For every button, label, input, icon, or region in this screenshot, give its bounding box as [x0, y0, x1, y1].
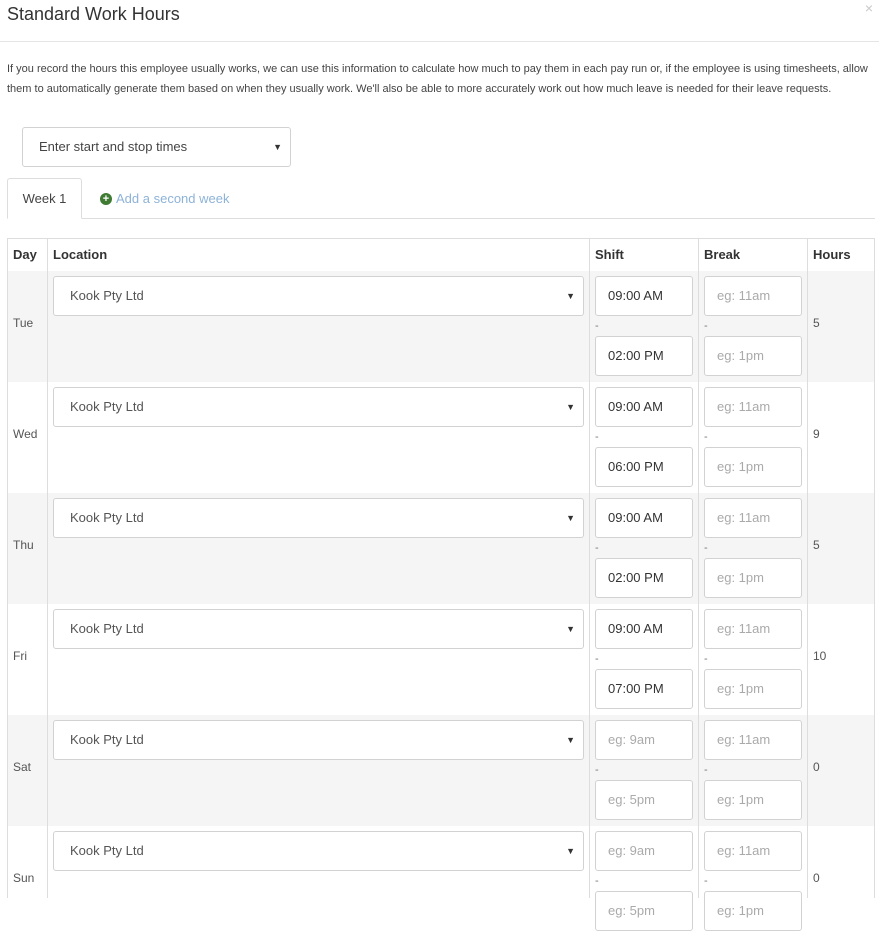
table-row: Tue Kook Pty Ltd ▼ 09:00 AM -02:00 PM eg: 11a…: [8, 271, 874, 382]
shift-end-input[interactable]: 07:00 PM: [595, 669, 693, 709]
entry-mode-value: Enter start and stop times: [39, 139, 188, 154]
hours-value: 0: [813, 871, 820, 885]
table-row: Sun Kook Pty Ltd ▼ eg: 9am - eg: 5pm eg: 11am -…: [8, 826, 874, 937]
break-separator: -: [704, 653, 708, 665]
location-value: Kook Pty Ltd: [70, 843, 144, 858]
add-second-week-link[interactable]: + Add a second week: [100, 178, 229, 219]
header-break: Break: [704, 247, 741, 262]
column-divider: [589, 239, 590, 898]
day-label: Tue: [13, 316, 34, 330]
shift-start-input[interactable]: eg: 9am: [595, 831, 693, 871]
break-end-input[interactable]: eg: 1pm: [704, 780, 802, 820]
break-end-input[interactable]: eg: 1pm: [704, 669, 802, 709]
break-start-input[interactable]: eg: 11am: [704, 498, 802, 538]
header-day: Day: [13, 247, 37, 262]
shift-separator: -: [595, 764, 599, 776]
chevron-down-icon: ▼: [566, 735, 575, 745]
shift-separator: -: [595, 653, 599, 665]
close-icon[interactable]: ×: [865, 0, 873, 16]
location-value: Kook Pty Ltd: [70, 732, 144, 747]
break-separator: -: [704, 431, 708, 443]
location-value: Kook Pty Ltd: [70, 399, 144, 414]
location-value: Kook Pty Ltd: [70, 288, 144, 303]
break-separator: -: [704, 875, 708, 887]
hours-value: 9: [813, 427, 820, 441]
location-select[interactable]: Kook Pty Ltd ▼: [53, 831, 584, 871]
break-start-input[interactable]: eg: 11am: [704, 831, 802, 871]
modal-title: Standard Work Hours: [7, 4, 180, 24]
entry-mode-select[interactable]: Enter start and stop times ▼: [22, 127, 291, 167]
work-hours-table: Day Location Shift Break Hours Tue Kook P…: [7, 238, 875, 937]
chevron-down-icon: ▼: [566, 624, 575, 634]
break-end-input[interactable]: eg: 1pm: [704, 558, 802, 598]
shift-end-input[interactable]: 06:00 PM: [595, 447, 693, 487]
location-select[interactable]: Kook Pty Ltd ▼: [53, 609, 584, 649]
table-row: Fri Kook Pty Ltd ▼ 09:00 AM -07:00 PM eg: 11a…: [8, 604, 874, 715]
chevron-down-icon: ▼: [566, 291, 575, 301]
day-label: Thu: [13, 538, 34, 552]
shift-end-input[interactable]: eg: 5pm: [595, 891, 693, 931]
day-label: Sun: [13, 871, 35, 885]
day-label: Wed: [13, 427, 38, 441]
week-tabs: Week 1 + Add a second week: [7, 178, 875, 219]
shift-start-input[interactable]: 09:00 AM: [595, 387, 693, 427]
location-select[interactable]: Kook Pty Ltd ▼: [53, 498, 584, 538]
break-separator: -: [704, 764, 708, 776]
modal-header: Standard Work Hours ×: [0, 0, 879, 42]
break-end-input[interactable]: eg: 1pm: [704, 336, 802, 376]
header-shift: Shift: [595, 247, 624, 262]
shift-start-input[interactable]: 09:00 AM: [595, 609, 693, 649]
table-row: Wed Kook Pty Ltd ▼ 09:00 AM -06:00 PM eg: 11a…: [8, 382, 874, 493]
shift-start-input[interactable]: 09:00 AM: [595, 498, 693, 538]
break-separator: -: [704, 320, 708, 332]
shift-start-input[interactable]: eg: 9am: [595, 720, 693, 760]
break-end-input[interactable]: eg: 1pm: [704, 891, 802, 931]
shift-separator: -: [595, 320, 599, 332]
day-label: Sat: [13, 760, 32, 774]
table-row: Sat Kook Pty Ltd ▼ eg: 9am - eg: 5pm eg: 11am -…: [8, 715, 874, 826]
header-hours: Hours: [813, 247, 851, 262]
intro-text: If you record the hours this employee us…: [7, 63, 868, 95]
location-select[interactable]: Kook Pty Ltd ▼: [53, 276, 584, 316]
shift-end-input[interactable]: eg: 5pm: [595, 780, 693, 820]
plus-circle-icon: +: [100, 192, 112, 205]
shift-start-input[interactable]: 09:00 AM: [595, 276, 693, 316]
break-start-input[interactable]: eg: 11am: [704, 720, 802, 760]
chevron-down-icon: ▼: [566, 846, 575, 856]
location-select[interactable]: Kook Pty Ltd ▼: [53, 720, 584, 760]
table-row: Thu Kook Pty Ltd ▼ 09:00 AM -02:00 PM eg: 11a…: [8, 493, 874, 604]
break-start-input[interactable]: eg: 11am: [704, 276, 802, 316]
shift-end-input[interactable]: 02:00 PM: [595, 336, 693, 376]
break-end-input[interactable]: eg: 1pm: [704, 447, 802, 487]
shift-separator: -: [595, 431, 599, 443]
header-location: Location: [53, 247, 108, 262]
hours-value: 10: [813, 649, 827, 663]
hours-value: 0: [813, 760, 820, 774]
chevron-down-icon: ▼: [566, 402, 575, 412]
tab-week-1[interactable]: Week 1: [7, 178, 82, 219]
break-separator: -: [704, 542, 708, 554]
day-label: Fri: [13, 649, 27, 663]
column-divider: [698, 239, 699, 898]
chevron-down-icon: ▼: [273, 142, 282, 152]
location-select[interactable]: Kook Pty Ltd ▼: [53, 387, 584, 427]
hours-value: 5: [813, 316, 820, 330]
shift-end-input[interactable]: 02:00 PM: [595, 558, 693, 598]
shift-separator: -: [595, 875, 599, 887]
hours-value: 5: [813, 538, 820, 552]
column-divider: [807, 239, 808, 898]
break-start-input[interactable]: eg: 11am: [704, 609, 802, 649]
break-start-input[interactable]: eg: 11am: [704, 387, 802, 427]
shift-separator: -: [595, 542, 599, 554]
location-value: Kook Pty Ltd: [70, 510, 144, 525]
column-divider: [47, 239, 48, 898]
add-second-week-label: Add a second week: [116, 190, 230, 206]
location-value: Kook Pty Ltd: [70, 621, 144, 636]
chevron-down-icon: ▼: [566, 513, 575, 523]
